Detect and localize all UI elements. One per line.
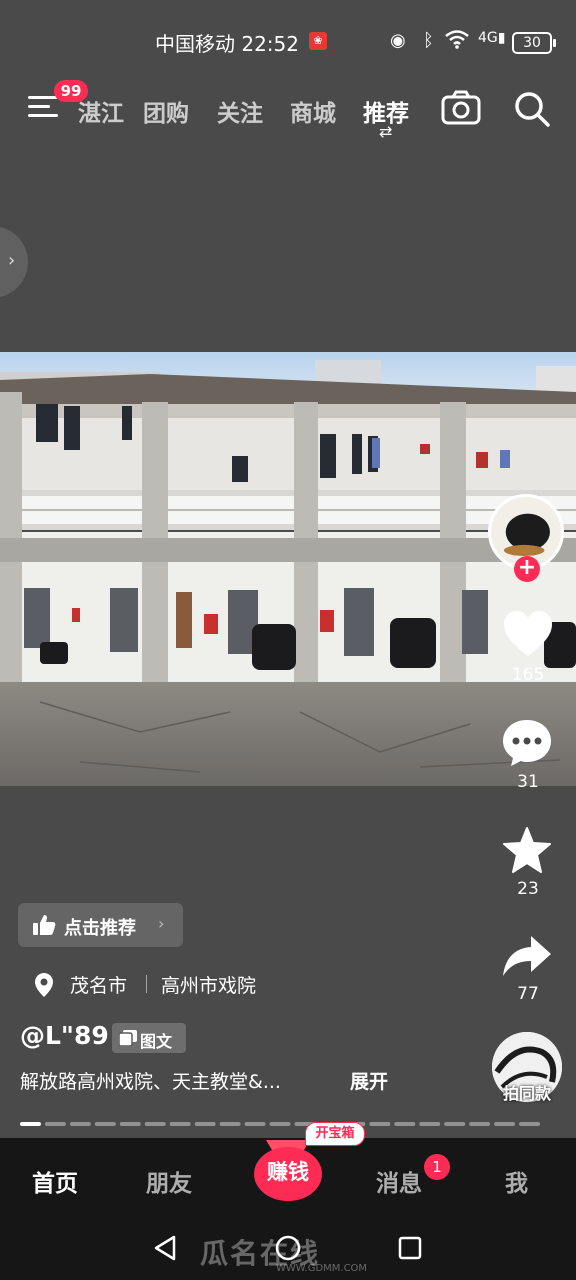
bluetooth-icon: ᛒ <box>423 30 434 51</box>
progress-dash <box>419 1122 441 1126</box>
favorite-count: 23 <box>517 879 539 899</box>
like-heart-icon[interactable] <box>502 610 554 658</box>
wifi-icon <box>445 30 469 49</box>
tab-group-buy[interactable]: 团购 <box>143 94 189 128</box>
share-arrow-icon[interactable] <box>501 934 553 978</box>
progress-dash <box>369 1122 391 1126</box>
search-icon[interactable] <box>513 90 551 128</box>
eye-icon: ◉ <box>390 30 406 51</box>
earn-money-label[interactable]: 赚钱 <box>252 1156 324 1186</box>
status-carrier-time: 中国移动 22:52 <box>155 32 299 56</box>
progress-dash <box>469 1122 491 1126</box>
progress-dash <box>69 1122 91 1126</box>
nav-messages[interactable]: 消息 <box>376 1164 422 1198</box>
image-post-icon <box>119 1030 137 1046</box>
tab-local[interactable]: 湛江 <box>78 94 124 128</box>
location-place[interactable]: 高州市戏院 <box>161 971 256 998</box>
location-city[interactable]: 茂名市 <box>70 971 127 998</box>
image-progress-indicator <box>20 1122 540 1126</box>
recommend-label[interactable]: 点击推荐 <box>64 914 136 940</box>
recents-square-icon[interactable] <box>398 1236 422 1260</box>
same-style-label[interactable]: 拍同款 <box>492 1080 562 1104</box>
back-triangle-icon[interactable] <box>152 1234 178 1262</box>
favorite-star-icon[interactable] <box>502 826 552 874</box>
progress-dash <box>194 1122 216 1126</box>
camera-icon[interactable] <box>441 90 481 126</box>
progress-dash <box>219 1122 241 1126</box>
location-pin-icon <box>35 973 53 997</box>
huawei-logo-icon: ❀ <box>309 32 327 50</box>
progress-dash <box>394 1122 416 1126</box>
tab-following[interactable]: 关注 <box>217 94 263 128</box>
cellular-signal-icon: 4G▮ <box>478 30 506 46</box>
progress-dash <box>519 1122 540 1126</box>
watermark-url: WWW.GDMM.COM <box>276 1263 368 1274</box>
expand-caption-button[interactable]: 展开 <box>350 1067 388 1094</box>
comment-icon[interactable] <box>501 718 553 768</box>
nav-me[interactable]: 我 <box>505 1164 528 1198</box>
nav-friends[interactable]: 朋友 <box>146 1164 192 1198</box>
share-count: 77 <box>517 984 539 1004</box>
author-name[interactable]: @L"89 <box>20 1021 109 1050</box>
chevron-right-icon: › <box>158 914 165 933</box>
post-caption[interactable]: 解放路高州戏院、天主教堂&... <box>20 1067 281 1094</box>
progress-dash <box>444 1122 466 1126</box>
swap-arrows-icon: ⇄ <box>379 122 393 141</box>
progress-dash <box>20 1122 41 1126</box>
tab-mall[interactable]: 商城 <box>290 94 336 128</box>
like-count: 165 <box>511 665 545 685</box>
comment-count: 31 <box>517 772 539 792</box>
post-type-label: 图文 <box>140 1032 173 1051</box>
location-divider <box>146 975 147 993</box>
treasure-box-tag[interactable]: 开宝箱 <box>305 1122 365 1146</box>
battery-icon: 30 <box>512 32 556 54</box>
messages-badge: 1 <box>424 1154 450 1180</box>
menu-icon[interactable] <box>28 96 58 120</box>
progress-dash <box>44 1122 66 1126</box>
chevron-right-icon: › <box>8 250 16 271</box>
status-bar: 中国移动 22:52 ❀ ◉ ᛒ 4G▮ 30 <box>0 28 576 58</box>
progress-dash <box>119 1122 141 1126</box>
follow-plus-icon[interactable]: + <box>514 556 540 582</box>
progress-dash <box>169 1122 191 1126</box>
nav-home[interactable]: 首页 <box>32 1164 78 1198</box>
post-image[interactable] <box>0 352 576 786</box>
progress-dash <box>269 1122 291 1126</box>
progress-dash <box>94 1122 116 1126</box>
thumbs-up-icon <box>33 915 56 935</box>
progress-dash <box>494 1122 516 1126</box>
progress-dash <box>144 1122 166 1126</box>
progress-dash <box>244 1122 266 1126</box>
